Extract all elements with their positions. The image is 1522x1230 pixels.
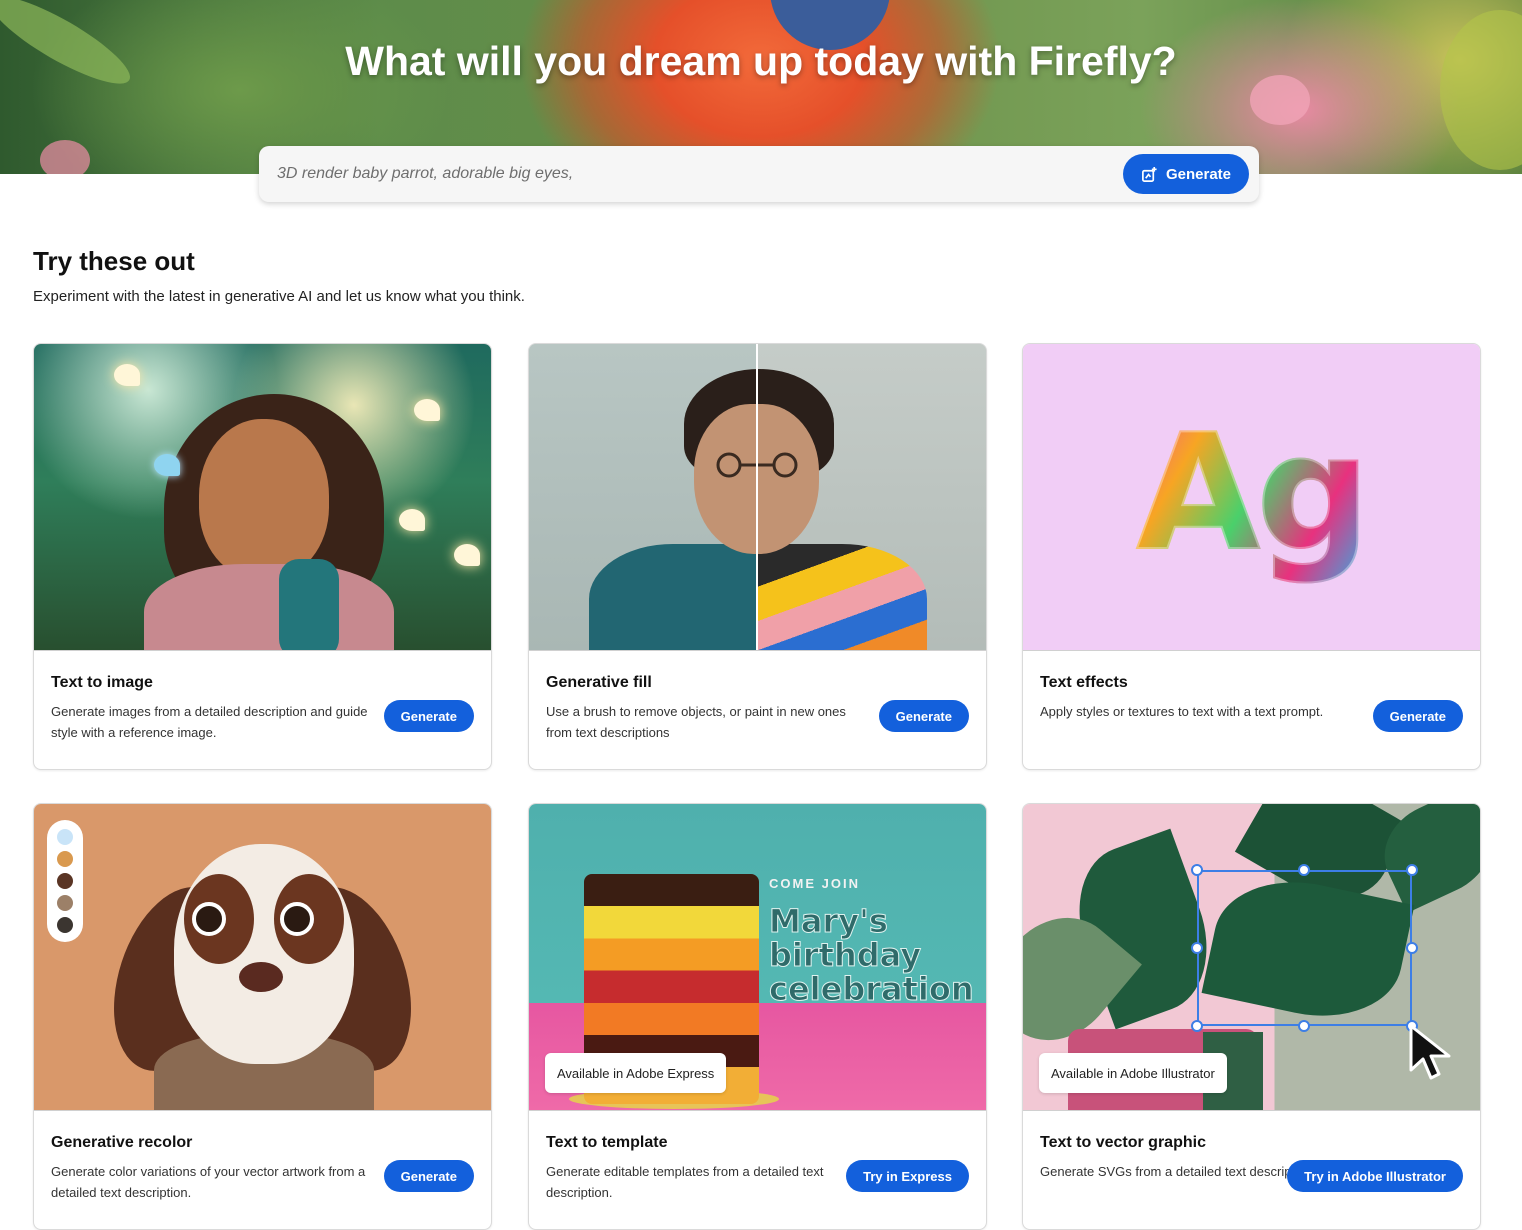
card-divider bbox=[1023, 650, 1480, 651]
image-shape bbox=[757, 544, 927, 650]
butterfly-icon bbox=[399, 509, 425, 531]
before-after-divider bbox=[756, 344, 758, 650]
template-small-text: Come join bbox=[769, 876, 860, 891]
man-before-after-image bbox=[529, 344, 986, 650]
color-swatch[interactable] bbox=[57, 829, 73, 845]
hero-flower-decoration bbox=[40, 140, 90, 174]
puppy-vector-image bbox=[34, 804, 491, 1110]
hero-title: What will you dream up today with Firefl… bbox=[345, 38, 1177, 84]
try-in-express-button[interactable]: Try in Express bbox=[846, 1160, 969, 1192]
cursor-arrow-icon bbox=[1409, 1024, 1451, 1080]
card-description: Generate images from a detailed descript… bbox=[51, 704, 368, 740]
image-shape bbox=[192, 902, 226, 936]
generate-button[interactable]: Generate bbox=[1123, 154, 1249, 194]
prompt-bar: Generate bbox=[259, 146, 1259, 202]
card-generative-fill[interactable]: Generative fill Use a brush to remove ob… bbox=[528, 343, 987, 770]
card-title: Text to image bbox=[51, 674, 153, 691]
image-shape bbox=[239, 962, 283, 992]
card-divider bbox=[529, 650, 986, 651]
card-title: Generative fill bbox=[546, 674, 652, 691]
card-generate-button[interactable]: Generate bbox=[383, 700, 474, 732]
availability-badge: Available in Adobe Illustrator bbox=[1039, 1053, 1227, 1093]
selection-box[interactable] bbox=[1197, 870, 1412, 1026]
card-text-to-vector[interactable]: Available in Adobe Illustrator Text to v… bbox=[1022, 803, 1481, 1230]
butterfly-icon bbox=[414, 399, 440, 421]
card-divider bbox=[529, 1110, 986, 1111]
resize-handle[interactable] bbox=[1406, 942, 1418, 954]
card-description: Generate color variations of your vector… bbox=[51, 1164, 366, 1200]
card-generative-recolor[interactable]: Generative recolor Generate color variat… bbox=[33, 803, 492, 1230]
card-text-effects[interactable]: Ag Text effects Apply styles or textures… bbox=[1022, 343, 1481, 770]
color-swatch[interactable] bbox=[57, 917, 73, 933]
resize-handle[interactable] bbox=[1191, 1020, 1203, 1032]
try-in-illustrator-button[interactable]: Try in Adobe Illustrator bbox=[1287, 1160, 1463, 1192]
color-swatch[interactable] bbox=[57, 895, 73, 911]
resize-handle[interactable] bbox=[1191, 942, 1203, 954]
prompt-input[interactable] bbox=[277, 158, 1097, 190]
birthday-template-image: Come join Mary's birthday celebration Av… bbox=[529, 804, 986, 1110]
monstera-vector-image: Available in Adobe Illustrator bbox=[1023, 804, 1480, 1110]
card-divider bbox=[1023, 1110, 1480, 1111]
section-subtitle: Experiment with the latest in generative… bbox=[33, 288, 525, 305]
color-swatch[interactable] bbox=[57, 851, 73, 867]
card-text-to-template[interactable]: Come join Mary's birthday celebration Av… bbox=[528, 803, 987, 1230]
generate-button-label: Generate bbox=[1165, 165, 1232, 183]
text-effects-sample: Ag bbox=[1023, 398, 1480, 587]
card-title: Text to template bbox=[546, 1134, 668, 1151]
image-shape bbox=[279, 559, 339, 650]
generate-sparkle-icon bbox=[1142, 166, 1157, 182]
girl-with-butterflies-image bbox=[34, 344, 491, 650]
card-description: Apply styles or textures to text with a … bbox=[1040, 704, 1324, 719]
resize-handle[interactable] bbox=[1298, 864, 1310, 876]
hero-leaf-decoration bbox=[1440, 10, 1522, 170]
image-shape bbox=[144, 564, 394, 650]
card-title: Text to vector graphic bbox=[1040, 1134, 1206, 1151]
card-title: Generative recolor bbox=[51, 1134, 193, 1151]
butterfly-icon bbox=[114, 364, 140, 386]
availability-badge: Available in Adobe Express bbox=[545, 1053, 727, 1093]
card-description: Generate editable templates from a detai… bbox=[546, 1164, 824, 1200]
card-title: Text effects bbox=[1040, 674, 1128, 691]
image-shape bbox=[199, 419, 329, 579]
card-generate-button[interactable]: Generate bbox=[878, 700, 969, 732]
color-swatch-palette bbox=[47, 820, 83, 942]
color-swatch[interactable] bbox=[57, 873, 73, 889]
image-shape bbox=[280, 902, 314, 936]
template-big-text: Mary's birthday celebration bbox=[769, 902, 975, 1008]
text-effects-image: Ag bbox=[1023, 344, 1480, 650]
butterfly-icon bbox=[154, 454, 180, 476]
resize-handle[interactable] bbox=[1406, 864, 1418, 876]
section-title: Try these out bbox=[33, 246, 195, 276]
resize-handle[interactable] bbox=[1191, 864, 1203, 876]
image-shape bbox=[589, 544, 757, 650]
resize-handle[interactable] bbox=[1298, 1020, 1310, 1032]
butterfly-icon bbox=[454, 544, 480, 566]
card-description: Use a brush to remove objects, or paint … bbox=[546, 704, 846, 740]
card-divider bbox=[34, 1110, 491, 1111]
card-generate-button[interactable]: Generate bbox=[1372, 700, 1463, 732]
card-generate-button[interactable]: Generate bbox=[383, 1160, 474, 1192]
card-divider bbox=[34, 650, 491, 651]
card-text-to-image[interactable]: Text to image Generate images from a det… bbox=[33, 343, 492, 770]
